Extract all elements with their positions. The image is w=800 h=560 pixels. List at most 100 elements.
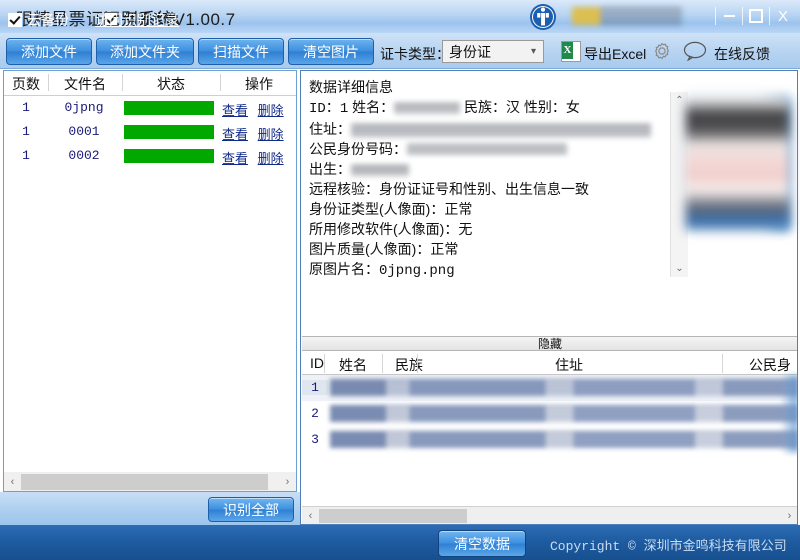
- cell-actions: 查看 删除: [222, 124, 296, 143]
- detail-editsoftware-value: 无: [458, 221, 473, 237]
- add-file-button[interactable]: 添加文件: [6, 38, 92, 65]
- detail-cardtype-value: 正常: [444, 201, 473, 217]
- recognize-all-button[interactable]: 识别全部: [208, 497, 294, 522]
- maximize-button[interactable]: [743, 3, 769, 29]
- table-row[interactable]: 1 0jpng 查看 删除: [4, 96, 296, 120]
- cell-actions: 查看 删除: [222, 100, 296, 119]
- file-table-header: 页数 文件名 状态 操作: [4, 71, 296, 96]
- detail-name-label: 姓名：: [352, 99, 395, 115]
- cloud-backup-label: 云备份: [27, 12, 69, 28]
- grid-header-separator-1: [324, 354, 325, 373]
- detail-line-birth: 出生：: [302, 159, 680, 179]
- clear-image-button[interactable]: 清空图片: [288, 38, 374, 65]
- grid-row-redacted-content: [330, 405, 797, 422]
- view-link[interactable]: 查看: [222, 127, 248, 142]
- grid-row-redacted-content: [330, 379, 797, 396]
- excel-icon-letter: X: [562, 42, 573, 59]
- cell-page: 1: [22, 148, 30, 163]
- account-name-redacted: [572, 7, 682, 25]
- table-row[interactable]: 1 0002 查看 删除: [4, 144, 296, 168]
- grid-row-redacted-content: [330, 431, 797, 448]
- detail-ethnicity-label: 民族：: [464, 99, 506, 115]
- id-card-image-preview[interactable]: [686, 97, 789, 230]
- detail-address-label: 住址：: [309, 121, 351, 137]
- column-header-page: 页数: [12, 76, 40, 92]
- view-link[interactable]: 查看: [222, 103, 248, 118]
- detail-quality-value: 正常: [430, 241, 459, 257]
- detail-line-idnumber: 公民身份号码：: [302, 139, 680, 159]
- grid-column-address: 住址: [555, 357, 583, 373]
- scroll-track[interactable]: [21, 473, 279, 490]
- grid-header-separator-2: [382, 354, 383, 373]
- minimize-button[interactable]: [716, 3, 742, 29]
- id-number-redacted: [407, 144, 567, 157]
- file-list-horizontal-scrollbar[interactable]: ‹ ›: [3, 472, 297, 492]
- table-row[interactable]: 3: [302, 427, 797, 453]
- scroll-left-icon[interactable]: ‹: [4, 476, 21, 488]
- detail-text-area[interactable]: ID：1 姓名： 民族：汉 性别：女 住址： 公民身份号码： 出生： 远程核验：…: [302, 97, 680, 282]
- export-excel-button[interactable]: 导出Excel: [584, 44, 646, 64]
- status-bar-indicator: [124, 125, 214, 139]
- window-controls: X: [715, 2, 796, 30]
- scroll-track[interactable]: [319, 508, 781, 523]
- chat-bubble-icon[interactable]: [683, 41, 707, 62]
- detail-line-filename: 原图片名：0jpng.png: [302, 259, 680, 281]
- card-type-select[interactable]: 身份证 ▾: [442, 40, 544, 63]
- hide-detail-button[interactable]: 隐藏: [302, 336, 797, 351]
- close-button[interactable]: X: [770, 3, 796, 29]
- detail-ethnicity-value: 汉: [506, 99, 520, 115]
- detail-gender-label: 性别：: [523, 99, 566, 115]
- detail-verification-value: 身份证证号和性别、出生信息一致: [379, 181, 589, 197]
- scroll-left-icon[interactable]: ‹: [302, 510, 319, 522]
- detail-id-value: 1: [339, 101, 349, 117]
- result-grid-horizontal-scrollbar[interactable]: ‹ ›: [302, 506, 797, 524]
- column-header-filename: 文件名: [64, 76, 106, 92]
- copyright-text: Copyright © 深圳市金鸣科技有限公司: [550, 535, 787, 554]
- scroll-thumb[interactable]: [21, 473, 268, 490]
- scroll-right-icon[interactable]: ›: [279, 476, 296, 488]
- file-list-panel: 页数 文件名 状态 操作 1 0jpng 查看 删除 1 0001 查看 删除: [3, 70, 297, 492]
- detail-line-quality: 图片质量(人像面)：正常: [302, 239, 680, 259]
- toolbar: 添加文件 添加文件夹 扫描文件 清空图片 证卡类型： 身份证 ▾ X 导出Exc…: [0, 33, 800, 69]
- delete-link[interactable]: 删除: [258, 151, 284, 166]
- table-row[interactable]: 1 0001 查看 删除: [4, 120, 296, 144]
- cell-filename: 0001: [68, 124, 100, 139]
- cell-page: 1: [22, 124, 30, 139]
- detail-id-label: ID：: [309, 101, 340, 117]
- grid-column-name: 姓名: [339, 357, 367, 373]
- copyright-company: 深圳市金鸣科技有限公司: [643, 538, 787, 553]
- info-logo-icon: [529, 3, 557, 31]
- clear-data-button[interactable]: 清空数据: [438, 530, 526, 557]
- cell-filename: 0002: [68, 148, 100, 163]
- detail-line-id: ID：1 姓名： 民族：汉 性别：女: [302, 97, 680, 119]
- online-feedback-button[interactable]: 在线反馈: [714, 44, 770, 64]
- detail-line-cardtype: 身份证类型(人像面)：正常: [302, 199, 680, 219]
- cell-actions: 查看 删除: [222, 148, 296, 167]
- birth-redacted: [351, 164, 409, 176]
- scroll-right-icon[interactable]: ›: [781, 510, 797, 522]
- visit-records-link[interactable]: 访问识别记录: [95, 10, 179, 30]
- scan-file-button[interactable]: 扫描文件: [198, 38, 284, 65]
- delete-link[interactable]: 删除: [258, 103, 284, 118]
- detail-gender-value: 女: [565, 99, 580, 115]
- cell-filename: 0jpng: [64, 100, 104, 115]
- card-type-value: 身份证: [449, 43, 491, 60]
- detail-line-editsoftware: 所用修改软件(人像面)：无: [302, 219, 680, 239]
- gear-icon[interactable]: [653, 42, 671, 60]
- table-row[interactable]: 2: [302, 401, 797, 427]
- detail-line-verification: 远程核验：身份证证号和性别、出生信息一致: [302, 179, 680, 199]
- cloud-backup-checkbox[interactable]: 云备份: [8, 10, 69, 30]
- detail-panel-title: 数据详细信息: [309, 79, 393, 95]
- table-row[interactable]: 1: [302, 375, 797, 401]
- detail-cardtype-label: 身份证类型(人像面)：: [309, 201, 445, 217]
- result-grid-header: ID 姓名 民族 住址 公民身: [302, 352, 797, 375]
- status-bar-indicator: [124, 149, 214, 163]
- detail-editsoftware-label: 所用修改软件(人像面)：: [309, 221, 459, 237]
- add-folder-button[interactable]: 添加文件夹: [96, 38, 194, 65]
- scroll-down-icon[interactable]: ⌄: [671, 260, 688, 277]
- delete-link[interactable]: 删除: [258, 127, 284, 142]
- chevron-down-icon: ▾: [530, 46, 536, 57]
- scroll-thumb[interactable]: [319, 508, 467, 523]
- view-link[interactable]: 查看: [222, 151, 248, 166]
- detail-filename-label: 原图片名：: [309, 261, 379, 277]
